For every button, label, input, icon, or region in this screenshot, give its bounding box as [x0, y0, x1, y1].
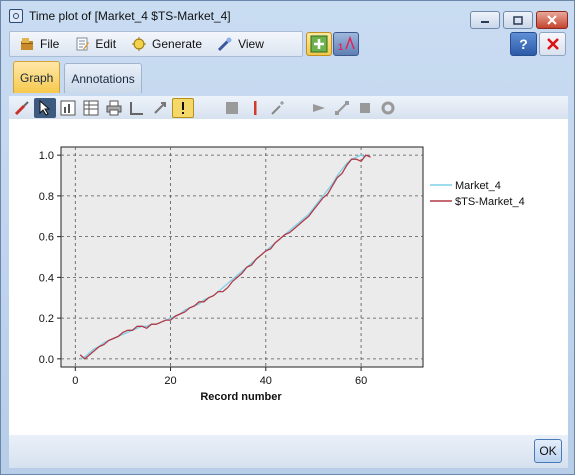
menu-file-label: File — [40, 37, 60, 51]
menu-view[interactable]: View — [214, 33, 272, 55]
y-tick-label: 0.6 — [39, 232, 54, 244]
minimize-icon — [481, 21, 489, 23]
close-dialog-button[interactable] — [539, 32, 566, 56]
menu-generate[interactable]: Generate — [128, 33, 210, 55]
warning-tool[interactable] — [172, 97, 194, 118]
menu-view-label: View — [238, 37, 264, 51]
brush-tool[interactable] — [11, 98, 33, 118]
app-window: Time plot of [Market_4 $TS-Market_4] Fil… — [0, 0, 575, 475]
band-tool[interactable] — [244, 98, 266, 118]
node-icon — [313, 103, 325, 112]
x-tick-label: 20 — [164, 375, 176, 387]
add-node-icon — [310, 35, 328, 53]
tab-graph[interactable]: Graph — [13, 61, 61, 93]
legend-label: Market_4 — [455, 180, 501, 192]
link-icon — [335, 100, 349, 115]
wand-icon — [271, 100, 284, 115]
generate-icon — [132, 37, 147, 51]
edit-icon — [76, 37, 90, 51]
select-tool[interactable] — [34, 97, 56, 118]
plot-area — [60, 146, 424, 368]
region-tool[interactable] — [221, 98, 243, 118]
menu-file[interactable]: File — [16, 33, 67, 55]
gear-icon — [381, 101, 395, 114]
print-icon — [106, 100, 122, 115]
menu-bar: File Edit Generate View — [9, 31, 303, 57]
brush-icon — [14, 100, 29, 115]
close-icon — [547, 15, 557, 25]
y-tick-label: 0.4 — [39, 272, 54, 284]
pan-tool[interactable] — [149, 98, 171, 118]
maximize-button[interactable] — [503, 11, 533, 29]
sort-icon: 1 — [338, 35, 355, 52]
view-icon — [218, 37, 232, 52]
node-tool-2[interactable] — [331, 98, 353, 118]
zoom-icon — [130, 101, 143, 115]
maximize-icon — [513, 15, 523, 25]
svg-text:1: 1 — [338, 42, 343, 52]
x-tick-label: 60 — [355, 375, 367, 387]
footer-bar: OK — [9, 435, 568, 468]
close-icon — [546, 38, 559, 50]
pan-icon — [154, 101, 166, 114]
x-tick-label: 0 — [72, 375, 78, 387]
ok-button[interactable]: OK — [534, 439, 562, 463]
graph-toolbar — [9, 96, 568, 119]
tab-annotations[interactable]: Annotations — [64, 63, 142, 93]
node-tool-3[interactable] — [354, 98, 376, 118]
graph-tool-1[interactable] — [57, 98, 79, 118]
node-tool-1[interactable] — [308, 98, 330, 118]
help-icon: ? — [519, 36, 528, 52]
pointer-icon — [39, 99, 51, 116]
menu-edit[interactable]: Edit — [71, 33, 124, 55]
window-title: Time plot of [Market_4 $TS-Market_4] — [29, 9, 231, 23]
line-marker-icon — [254, 100, 257, 115]
menu-generate-label: Generate — [152, 37, 203, 51]
y-tick-label: 0.0 — [39, 354, 54, 366]
x-tick-label: 40 — [260, 375, 272, 387]
time-plot-chart: 0.00.20.40.60.81.00 20 40 60 Record number … — [39, 146, 525, 403]
table-icon — [83, 100, 99, 115]
box-icon — [360, 102, 370, 113]
y-tick-label: 0.8 — [39, 191, 54, 203]
app-icon — [9, 9, 23, 23]
window-controls — [470, 11, 568, 29]
graph-tool-2[interactable] — [80, 98, 102, 118]
window-close-button[interactable] — [536, 11, 568, 29]
node-tool-4[interactable] — [377, 98, 399, 118]
y-tick-label: 1.0 — [39, 150, 54, 162]
graph-panel: 0.0 0.2 0.4 0.6 0.8 1.0 0 20 40 60 Record number … — [9, 119, 568, 435]
print-tool[interactable] — [103, 98, 125, 118]
legend-label: $TS-Market_4 — [455, 196, 525, 208]
zoom-tool[interactable] — [126, 98, 148, 118]
tab-strip: Graph Annotations — [13, 61, 142, 95]
add-to-stream-button[interactable] — [306, 32, 332, 56]
file-icon — [21, 38, 33, 50]
sort-button[interactable]: 1 — [333, 32, 359, 56]
minimize-button[interactable] — [470, 11, 500, 29]
square-icon — [226, 101, 238, 114]
help-button[interactable]: ? — [510, 32, 537, 56]
warning-icon — [182, 101, 184, 114]
magic-tool[interactable] — [267, 98, 289, 118]
menu-edit-label: Edit — [95, 37, 117, 51]
chart-icon — [60, 100, 76, 115]
x-axis-label: Record number — [200, 391, 282, 403]
y-tick-label: 0.2 — [39, 313, 54, 325]
